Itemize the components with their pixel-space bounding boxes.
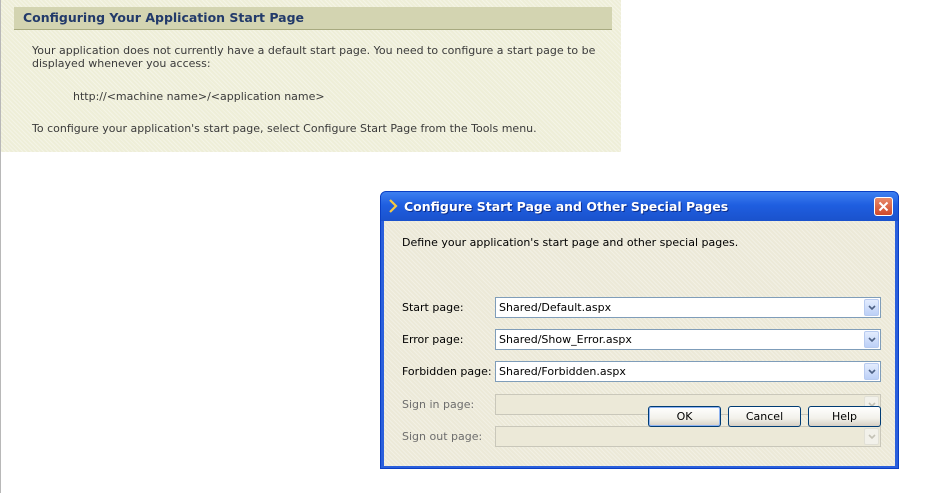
forbidden-page-value: Shared/Forbidden.aspx <box>499 365 626 378</box>
forbidden-page-combobox[interactable]: Shared/Forbidden.aspx <box>495 361 881 382</box>
chevron-down-icon <box>868 337 876 343</box>
error-page-value: Shared/Show_Error.aspx <box>499 333 632 346</box>
dialog-titlebar[interactable]: Configure Start Page and Other Special P… <box>381 192 898 221</box>
info-panel: Configuring Your Application Start Page … <box>1 0 621 152</box>
start-page-label: Start page: <box>402 301 464 314</box>
chevron-down-icon <box>868 434 876 440</box>
chevron-down-icon <box>868 305 876 311</box>
sign-out-page-dropdown-button[interactable] <box>864 428 879 445</box>
sign-out-page-combobox[interactable] <box>495 426 881 447</box>
configure-start-page-dialog: Configure Start Page and Other Special P… <box>380 191 899 469</box>
dialog-body: Define your application's start page and… <box>384 221 895 466</box>
help-button[interactable]: Help <box>808 406 881 427</box>
info-panel-header: Configuring Your Application Start Page <box>14 7 612 30</box>
error-page-label: Error page: <box>402 333 464 346</box>
forbidden-page-label: Forbidden page: <box>402 365 492 378</box>
chevron-right-icon <box>388 198 400 214</box>
info-panel-title: Configuring Your Application Start Page <box>23 10 304 25</box>
sign-out-page-label: Sign out page: <box>402 430 483 443</box>
close-icon <box>878 201 889 212</box>
page: Configuring Your Application Start Page … <box>0 0 932 493</box>
dialog-description: Define your application's start page and… <box>402 236 739 249</box>
dialog-title: Configure Start Page and Other Special P… <box>404 199 729 214</box>
info-paragraph-2: To configure your application's start pa… <box>32 122 537 135</box>
error-page-combobox[interactable]: Shared/Show_Error.aspx <box>495 329 881 350</box>
start-page-value: Shared/Default.aspx <box>499 301 612 314</box>
info-url: http://<machine name>/<application name> <box>73 90 325 103</box>
chevron-down-icon <box>868 369 876 375</box>
start-page-dropdown-button[interactable] <box>864 299 879 316</box>
sign-in-page-label: Sign in page: <box>402 398 475 411</box>
ok-button[interactable]: OK <box>648 406 721 427</box>
cancel-button[interactable]: Cancel <box>728 406 801 427</box>
info-paragraph-1: Your application does not currently have… <box>32 44 596 70</box>
error-page-dropdown-button[interactable] <box>864 331 879 348</box>
forbidden-page-dropdown-button[interactable] <box>864 363 879 380</box>
close-button[interactable] <box>874 197 893 216</box>
start-page-combobox[interactable]: Shared/Default.aspx <box>495 297 881 318</box>
